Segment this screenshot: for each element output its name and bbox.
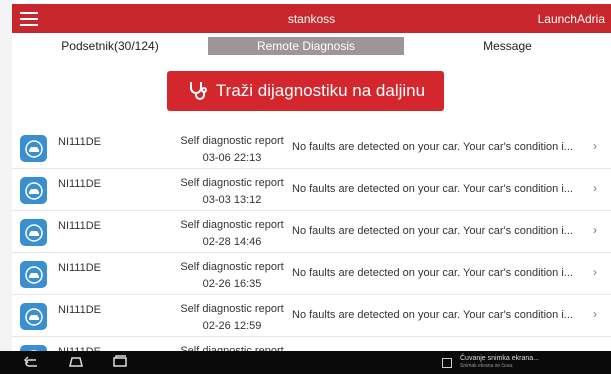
report-info: Self diagnostic report 02-26 16:35 [172,259,292,293]
chevron-right-icon: › [593,265,597,279]
report-message: No faults are detected on your car. Your… [292,183,573,195]
car-icon [20,177,47,204]
car-icon [20,261,47,288]
tab-podsetnik[interactable]: Podsetnik(30/124) [12,37,208,55]
notification-text: Čuvanje snimka ekrana... [460,355,539,362]
plate-number: NI111DE [58,178,102,190]
report-type: Self diagnostic report [180,135,284,147]
report-info: Self diagnostic report 03-06 22:13 [172,133,292,167]
stethoscope-icon [189,82,207,100]
report-datetime: 03-03 13:12 [202,194,262,206]
report-type: Self diagnostic report [180,177,284,189]
report-message: No faults are detected on your car. Your… [292,141,573,153]
car-icon [20,303,47,330]
request-remote-diagnosis-button[interactable]: Traži dijagnostiku na daljinu [167,71,444,111]
menu-icon[interactable] [14,4,44,33]
car-icon [20,135,47,162]
notification-subtext: Snimak ekrana se čuva. [460,363,514,369]
top-bar: stankoss LaunchAdria [12,4,611,33]
tab-remote-diagnosis[interactable]: Remote Diagnosis [208,37,404,55]
report-message: No faults are detected on your car. Your… [292,309,573,321]
system-navigation-bar: Čuvanje snimka ekrana... Snimak ekrana s… [0,351,611,374]
report-message: No faults are detected on your car. Your… [292,225,573,237]
recent-apps-icon[interactable] [112,355,128,369]
tab-bar: Podsetnik(30/124) Remote Diagnosis Messa… [12,37,611,55]
plate-number: NI111DE [58,262,102,274]
report-datetime: 02-26 16:35 [202,278,262,290]
report-datetime: 02-28 14:46 [202,236,262,248]
report-type: Self diagnostic report [180,303,284,315]
username: stankoss [287,11,336,26]
back-icon[interactable] [24,355,40,369]
plate-number: NI111DE [58,220,102,232]
report-info: Self diagnostic report 02-28 14:46 [172,217,292,251]
report-info: Self diagnostic report 02-26 12:59 [172,301,292,335]
screenshot-icon [442,358,452,368]
left-edge [0,0,12,374]
list-item[interactable]: NI111DE Self diagnostic report 03-03 13:… [12,169,611,211]
report-type: Self diagnostic report [180,261,284,273]
report-info: Self diagnostic report 03-03 13:12 [172,175,292,209]
chevron-right-icon: › [593,139,597,153]
brand-name: LaunchAdria [537,11,605,26]
chevron-right-icon: › [593,181,597,195]
report-datetime: 03-06 22:13 [202,152,262,164]
list-item[interactable]: NI111DE Self diagnostic report 02-26 16:… [12,253,611,295]
chevron-right-icon: › [593,307,597,321]
report-list: NI111DE Self diagnostic report 03-06 22:… [12,127,611,374]
home-icon[interactable] [68,355,84,369]
report-datetime: 02-26 12:59 [202,320,262,332]
plate-number: NI111DE [58,136,102,148]
request-remote-diagnosis-label: Traži dijagnostiku na daljinu [215,81,426,100]
list-item[interactable]: NI111DE Self diagnostic report 03-06 22:… [12,127,611,169]
tab-message[interactable]: Message [404,37,611,55]
plate-number: NI111DE [58,304,102,316]
car-icon [20,219,47,246]
list-item[interactable]: NI111DE Self diagnostic report 02-28 14:… [12,211,611,253]
screenshot-notification[interactable]: Čuvanje snimka ekrana... Snimak ekrana s… [442,355,539,369]
report-message: No faults are detected on your car. Your… [292,267,573,279]
list-item[interactable]: NI111DE Self diagnostic report 02-26 12:… [12,295,611,337]
chevron-right-icon: › [593,223,597,237]
report-type: Self diagnostic report [180,219,284,231]
